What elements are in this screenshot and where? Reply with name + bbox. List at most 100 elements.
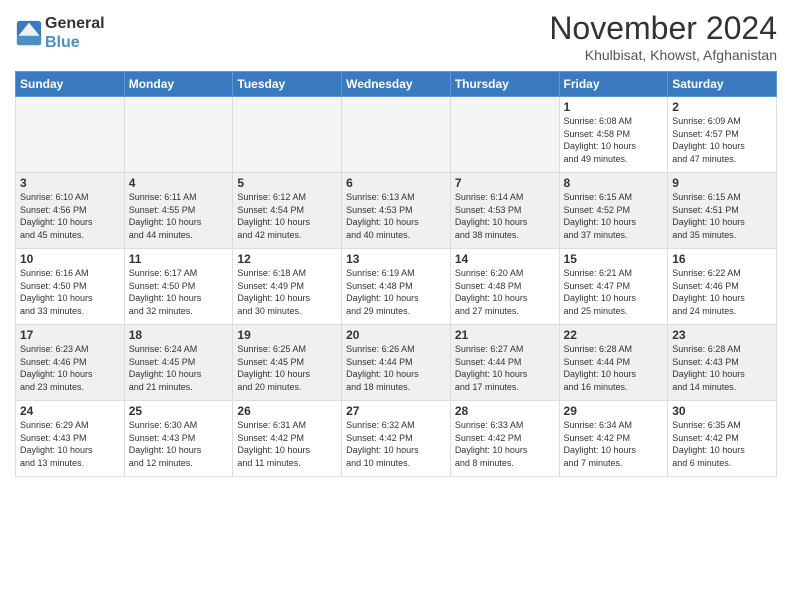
calendar-cell: 8Sunrise: 6:15 AMSunset: 4:52 PMDaylight… — [559, 173, 668, 249]
day-number: 27 — [346, 404, 446, 418]
weekday-header-wednesday: Wednesday — [342, 72, 451, 97]
weekday-header-friday: Friday — [559, 72, 668, 97]
calendar-cell: 17Sunrise: 6:23 AMSunset: 4:46 PMDayligh… — [16, 325, 125, 401]
location-subtitle: Khulbisat, Khowst, Afghanistan — [549, 47, 777, 63]
day-number: 3 — [20, 176, 120, 190]
weekday-header-thursday: Thursday — [450, 72, 559, 97]
weekday-header-row: SundayMondayTuesdayWednesdayThursdayFrid… — [16, 72, 777, 97]
day-info: Sunrise: 6:21 AMSunset: 4:47 PMDaylight:… — [564, 267, 664, 317]
day-number: 7 — [455, 176, 555, 190]
day-info: Sunrise: 6:25 AMSunset: 4:45 PMDaylight:… — [237, 343, 337, 393]
calendar-cell: 10Sunrise: 6:16 AMSunset: 4:50 PMDayligh… — [16, 249, 125, 325]
weekday-header-tuesday: Tuesday — [233, 72, 342, 97]
day-info: Sunrise: 6:34 AMSunset: 4:42 PMDaylight:… — [564, 419, 664, 469]
day-info: Sunrise: 6:28 AMSunset: 4:44 PMDaylight:… — [564, 343, 664, 393]
day-number: 28 — [455, 404, 555, 418]
day-number: 2 — [672, 100, 772, 114]
calendar-cell: 13Sunrise: 6:19 AMSunset: 4:48 PMDayligh… — [342, 249, 451, 325]
calendar-cell: 25Sunrise: 6:30 AMSunset: 4:43 PMDayligh… — [124, 401, 233, 477]
day-number: 9 — [672, 176, 772, 190]
title-block: November 2024 Khulbisat, Khowst, Afghani… — [549, 10, 777, 63]
calendar-cell: 5Sunrise: 6:12 AMSunset: 4:54 PMDaylight… — [233, 173, 342, 249]
calendar-cell: 1Sunrise: 6:08 AMSunset: 4:58 PMDaylight… — [559, 97, 668, 173]
calendar-cell: 9Sunrise: 6:15 AMSunset: 4:51 PMDaylight… — [668, 173, 777, 249]
calendar-cell: 18Sunrise: 6:24 AMSunset: 4:45 PMDayligh… — [124, 325, 233, 401]
day-info: Sunrise: 6:35 AMSunset: 4:42 PMDaylight:… — [672, 419, 772, 469]
day-number: 25 — [129, 404, 229, 418]
day-info: Sunrise: 6:18 AMSunset: 4:49 PMDaylight:… — [237, 267, 337, 317]
calendar-cell — [342, 97, 451, 173]
weekday-header-saturday: Saturday — [668, 72, 777, 97]
day-number: 13 — [346, 252, 446, 266]
day-number: 16 — [672, 252, 772, 266]
day-info: Sunrise: 6:23 AMSunset: 4:46 PMDaylight:… — [20, 343, 120, 393]
calendar-cell: 12Sunrise: 6:18 AMSunset: 4:49 PMDayligh… — [233, 249, 342, 325]
calendar-cell: 22Sunrise: 6:28 AMSunset: 4:44 PMDayligh… — [559, 325, 668, 401]
day-number: 14 — [455, 252, 555, 266]
day-number: 18 — [129, 328, 229, 342]
day-number: 12 — [237, 252, 337, 266]
calendar-cell: 16Sunrise: 6:22 AMSunset: 4:46 PMDayligh… — [668, 249, 777, 325]
calendar-cell: 26Sunrise: 6:31 AMSunset: 4:42 PMDayligh… — [233, 401, 342, 477]
calendar-cell: 24Sunrise: 6:29 AMSunset: 4:43 PMDayligh… — [16, 401, 125, 477]
weekday-header-sunday: Sunday — [16, 72, 125, 97]
calendar-page: General Blue November 2024 Khulbisat, Kh… — [0, 0, 792, 612]
day-info: Sunrise: 6:32 AMSunset: 4:42 PMDaylight:… — [346, 419, 446, 469]
day-number: 10 — [20, 252, 120, 266]
day-number: 1 — [564, 100, 664, 114]
calendar-week-2: 3Sunrise: 6:10 AMSunset: 4:56 PMDaylight… — [16, 173, 777, 249]
day-info: Sunrise: 6:12 AMSunset: 4:54 PMDaylight:… — [237, 191, 337, 241]
day-number: 26 — [237, 404, 337, 418]
calendar-cell: 6Sunrise: 6:13 AMSunset: 4:53 PMDaylight… — [342, 173, 451, 249]
calendar-week-1: 1Sunrise: 6:08 AMSunset: 4:58 PMDaylight… — [16, 97, 777, 173]
day-info: Sunrise: 6:14 AMSunset: 4:53 PMDaylight:… — [455, 191, 555, 241]
day-info: Sunrise: 6:30 AMSunset: 4:43 PMDaylight:… — [129, 419, 229, 469]
month-title: November 2024 — [549, 10, 777, 47]
calendar-cell: 3Sunrise: 6:10 AMSunset: 4:56 PMDaylight… — [16, 173, 125, 249]
day-info: Sunrise: 6:13 AMSunset: 4:53 PMDaylight:… — [346, 191, 446, 241]
calendar-cell: 14Sunrise: 6:20 AMSunset: 4:48 PMDayligh… — [450, 249, 559, 325]
day-info: Sunrise: 6:22 AMSunset: 4:46 PMDaylight:… — [672, 267, 772, 317]
day-number: 4 — [129, 176, 229, 190]
day-info: Sunrise: 6:10 AMSunset: 4:56 PMDaylight:… — [20, 191, 120, 241]
day-number: 6 — [346, 176, 446, 190]
day-number: 8 — [564, 176, 664, 190]
day-info: Sunrise: 6:28 AMSunset: 4:43 PMDaylight:… — [672, 343, 772, 393]
logo-text: General Blue — [45, 14, 105, 52]
day-number: 5 — [237, 176, 337, 190]
calendar-cell: 19Sunrise: 6:25 AMSunset: 4:45 PMDayligh… — [233, 325, 342, 401]
page-header: General Blue November 2024 Khulbisat, Kh… — [15, 10, 777, 63]
day-info: Sunrise: 6:15 AMSunset: 4:51 PMDaylight:… — [672, 191, 772, 241]
calendar-body: 1Sunrise: 6:08 AMSunset: 4:58 PMDaylight… — [16, 97, 777, 477]
day-number: 30 — [672, 404, 772, 418]
logo-icon — [15, 19, 43, 47]
day-info: Sunrise: 6:08 AMSunset: 4:58 PMDaylight:… — [564, 115, 664, 165]
calendar-week-4: 17Sunrise: 6:23 AMSunset: 4:46 PMDayligh… — [16, 325, 777, 401]
calendar-cell: 4Sunrise: 6:11 AMSunset: 4:55 PMDaylight… — [124, 173, 233, 249]
calendar-table: SundayMondayTuesdayWednesdayThursdayFrid… — [15, 71, 777, 477]
day-info: Sunrise: 6:26 AMSunset: 4:44 PMDaylight:… — [346, 343, 446, 393]
weekday-header-monday: Monday — [124, 72, 233, 97]
day-info: Sunrise: 6:24 AMSunset: 4:45 PMDaylight:… — [129, 343, 229, 393]
calendar-cell — [233, 97, 342, 173]
calendar-cell: 15Sunrise: 6:21 AMSunset: 4:47 PMDayligh… — [559, 249, 668, 325]
day-number: 19 — [237, 328, 337, 342]
day-number: 22 — [564, 328, 664, 342]
calendar-cell: 7Sunrise: 6:14 AMSunset: 4:53 PMDaylight… — [450, 173, 559, 249]
day-info: Sunrise: 6:16 AMSunset: 4:50 PMDaylight:… — [20, 267, 120, 317]
day-info: Sunrise: 6:19 AMSunset: 4:48 PMDaylight:… — [346, 267, 446, 317]
calendar-cell: 28Sunrise: 6:33 AMSunset: 4:42 PMDayligh… — [450, 401, 559, 477]
day-info: Sunrise: 6:33 AMSunset: 4:42 PMDaylight:… — [455, 419, 555, 469]
day-number: 23 — [672, 328, 772, 342]
day-info: Sunrise: 6:29 AMSunset: 4:43 PMDaylight:… — [20, 419, 120, 469]
calendar-cell — [450, 97, 559, 173]
calendar-cell — [16, 97, 125, 173]
day-info: Sunrise: 6:09 AMSunset: 4:57 PMDaylight:… — [672, 115, 772, 165]
day-info: Sunrise: 6:20 AMSunset: 4:48 PMDaylight:… — [455, 267, 555, 317]
calendar-cell: 21Sunrise: 6:27 AMSunset: 4:44 PMDayligh… — [450, 325, 559, 401]
day-number: 21 — [455, 328, 555, 342]
day-info: Sunrise: 6:27 AMSunset: 4:44 PMDaylight:… — [455, 343, 555, 393]
day-number: 29 — [564, 404, 664, 418]
logo: General Blue — [15, 14, 105, 52]
day-number: 20 — [346, 328, 446, 342]
